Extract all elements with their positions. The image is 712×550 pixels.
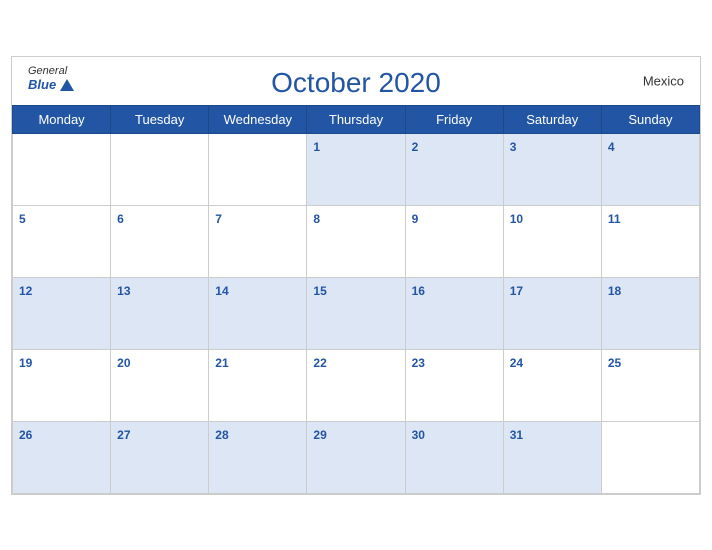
calendar-day-cell: 27 bbox=[111, 421, 209, 493]
calendar-day-cell: 19 bbox=[13, 349, 111, 421]
day-number: 12 bbox=[19, 284, 32, 298]
brand-blue-text: Blue bbox=[28, 77, 74, 92]
calendar-day-cell bbox=[209, 133, 307, 205]
header-wednesday: Wednesday bbox=[209, 105, 307, 133]
weekday-header-row: Monday Tuesday Wednesday Thursday Friday… bbox=[13, 105, 700, 133]
day-number: 9 bbox=[412, 212, 419, 226]
header-sunday: Sunday bbox=[601, 105, 699, 133]
day-number: 3 bbox=[510, 140, 517, 154]
calendar-day-cell: 1 bbox=[307, 133, 405, 205]
day-number: 2 bbox=[412, 140, 419, 154]
day-number: 16 bbox=[412, 284, 425, 298]
day-number: 14 bbox=[215, 284, 228, 298]
calendar-title: October 2020 bbox=[271, 67, 441, 99]
calendar-day-cell: 14 bbox=[209, 277, 307, 349]
calendar-day-cell: 26 bbox=[13, 421, 111, 493]
day-number: 8 bbox=[313, 212, 320, 226]
calendar-day-cell bbox=[13, 133, 111, 205]
day-number: 4 bbox=[608, 140, 615, 154]
calendar-week-row: 12 13 14 15 16 17 18 bbox=[13, 277, 700, 349]
brand: General Blue bbox=[28, 65, 74, 92]
country-label: Mexico bbox=[643, 73, 684, 88]
calendar-day-cell: 18 bbox=[601, 277, 699, 349]
day-number: 22 bbox=[313, 356, 326, 370]
day-number: 7 bbox=[215, 212, 222, 226]
day-number: 17 bbox=[510, 284, 523, 298]
calendar-day-cell: 22 bbox=[307, 349, 405, 421]
day-number: 29 bbox=[313, 428, 326, 442]
calendar-day-cell: 13 bbox=[111, 277, 209, 349]
calendar-day-cell bbox=[111, 133, 209, 205]
calendar-day-cell: 20 bbox=[111, 349, 209, 421]
day-number: 1 bbox=[313, 140, 320, 154]
calendar-day-cell: 25 bbox=[601, 349, 699, 421]
day-number: 26 bbox=[19, 428, 32, 442]
day-number: 5 bbox=[19, 212, 26, 226]
calendar-week-row: 19 20 21 22 23 24 25 bbox=[13, 349, 700, 421]
calendar-week-row: 1 2 3 4 bbox=[13, 133, 700, 205]
calendar-day-cell: 23 bbox=[405, 349, 503, 421]
calendar-day-cell: 9 bbox=[405, 205, 503, 277]
calendar-header: General Blue October 2020 Mexico bbox=[12, 57, 700, 105]
calendar-day-cell bbox=[601, 421, 699, 493]
calendar-day-cell: 12 bbox=[13, 277, 111, 349]
day-number: 25 bbox=[608, 356, 621, 370]
day-number: 10 bbox=[510, 212, 523, 226]
day-number: 27 bbox=[117, 428, 130, 442]
calendar-day-cell: 29 bbox=[307, 421, 405, 493]
calendar-day-cell: 11 bbox=[601, 205, 699, 277]
calendar: General Blue October 2020 Mexico Monday … bbox=[11, 56, 701, 495]
brand-logo-icon bbox=[60, 79, 74, 91]
header-saturday: Saturday bbox=[503, 105, 601, 133]
day-number: 24 bbox=[510, 356, 523, 370]
calendar-day-cell: 5 bbox=[13, 205, 111, 277]
calendar-day-cell: 28 bbox=[209, 421, 307, 493]
calendar-day-cell: 31 bbox=[503, 421, 601, 493]
calendar-day-cell: 17 bbox=[503, 277, 601, 349]
calendar-day-cell: 3 bbox=[503, 133, 601, 205]
header-friday: Friday bbox=[405, 105, 503, 133]
calendar-day-cell: 24 bbox=[503, 349, 601, 421]
day-number: 28 bbox=[215, 428, 228, 442]
calendar-day-cell: 7 bbox=[209, 205, 307, 277]
day-number: 6 bbox=[117, 212, 124, 226]
calendar-day-cell: 6 bbox=[111, 205, 209, 277]
calendar-day-cell: 4 bbox=[601, 133, 699, 205]
day-number: 31 bbox=[510, 428, 523, 442]
calendar-table: Monday Tuesday Wednesday Thursday Friday… bbox=[12, 105, 700, 494]
day-number: 20 bbox=[117, 356, 130, 370]
day-number: 23 bbox=[412, 356, 425, 370]
header-monday: Monday bbox=[13, 105, 111, 133]
header-thursday: Thursday bbox=[307, 105, 405, 133]
calendar-week-row: 26 27 28 29 30 31 bbox=[13, 421, 700, 493]
calendar-day-cell: 16 bbox=[405, 277, 503, 349]
calendar-day-cell: 8 bbox=[307, 205, 405, 277]
day-number: 18 bbox=[608, 284, 621, 298]
day-number: 11 bbox=[608, 212, 621, 226]
calendar-day-cell: 30 bbox=[405, 421, 503, 493]
header-tuesday: Tuesday bbox=[111, 105, 209, 133]
day-number: 19 bbox=[19, 356, 32, 370]
calendar-day-cell: 15 bbox=[307, 277, 405, 349]
calendar-day-cell: 2 bbox=[405, 133, 503, 205]
day-number: 13 bbox=[117, 284, 130, 298]
day-number: 15 bbox=[313, 284, 326, 298]
calendar-week-row: 5 6 7 8 9 10 11 bbox=[13, 205, 700, 277]
calendar-day-cell: 10 bbox=[503, 205, 601, 277]
brand-general-text: General bbox=[28, 65, 74, 77]
day-number: 21 bbox=[215, 356, 228, 370]
calendar-day-cell: 21 bbox=[209, 349, 307, 421]
day-number: 30 bbox=[412, 428, 425, 442]
